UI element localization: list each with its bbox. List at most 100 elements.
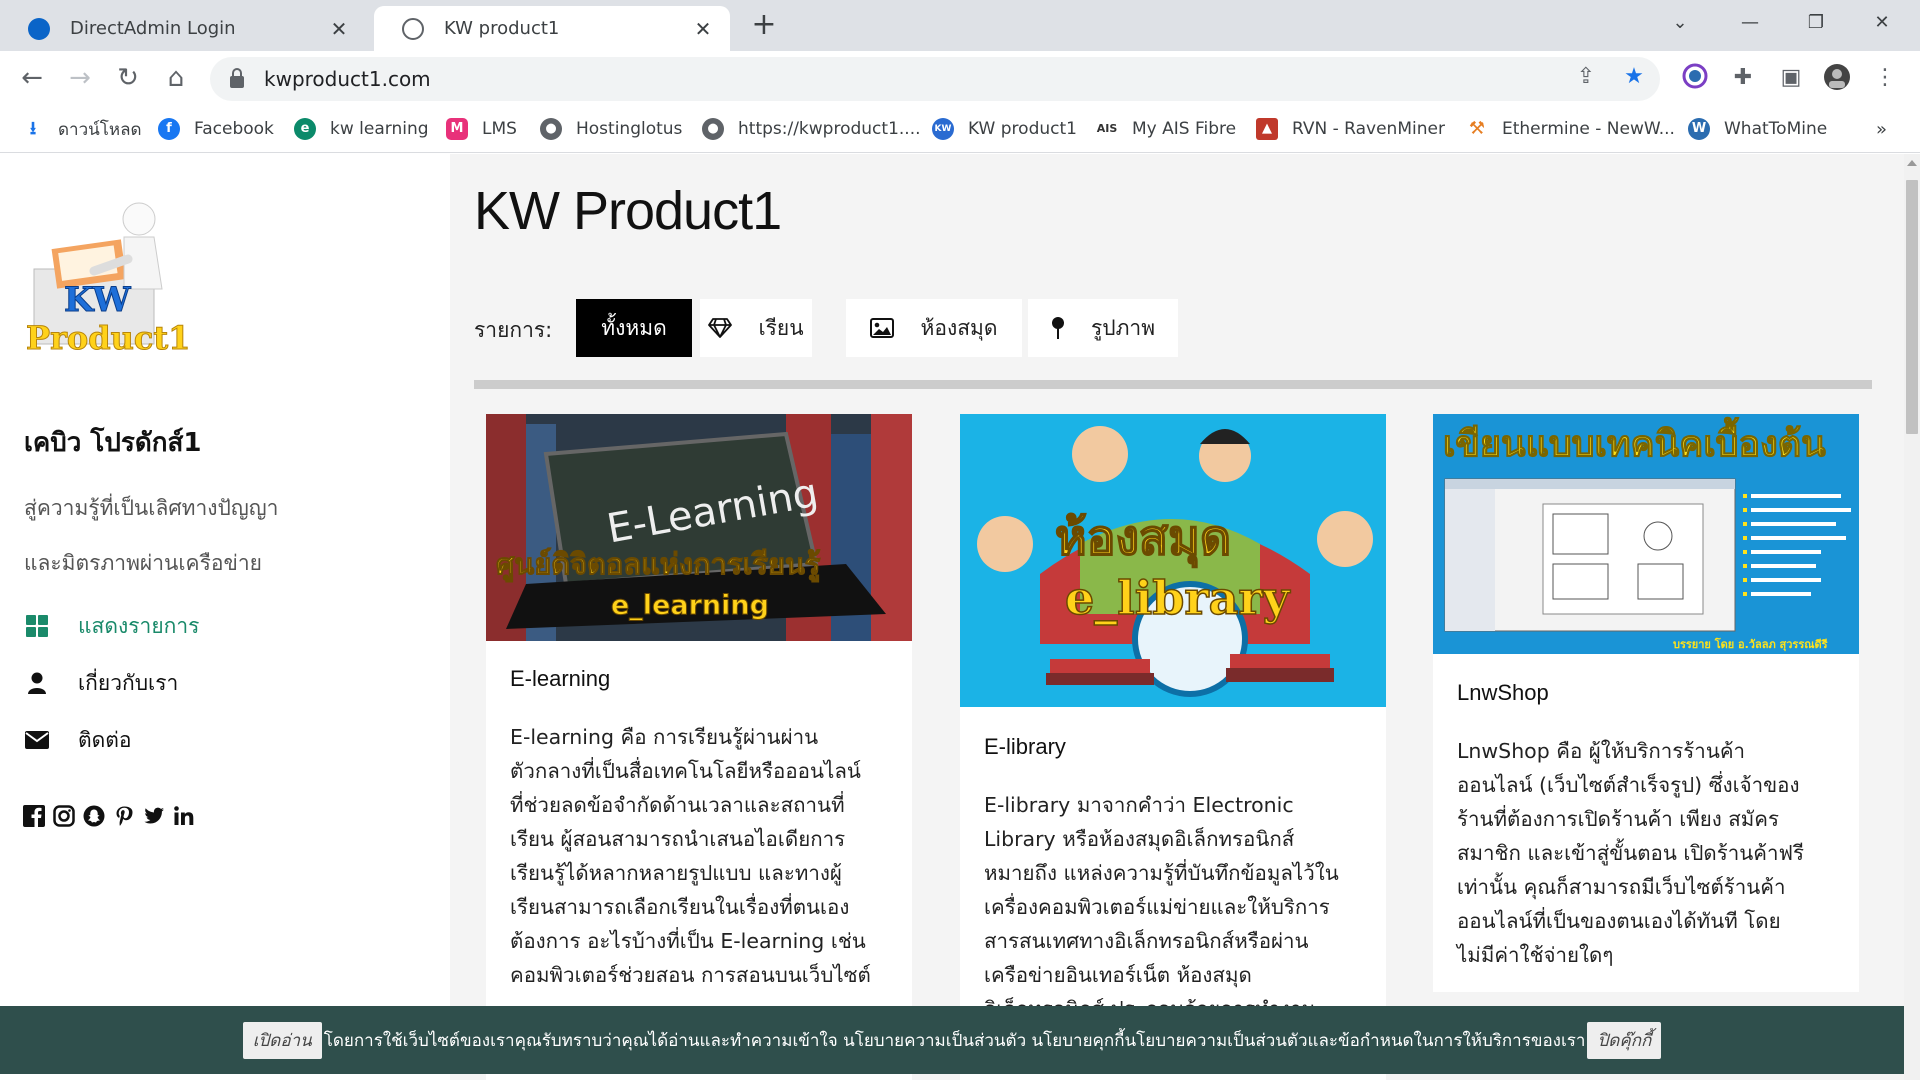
address-bar[interactable]: kwproduct1.com xyxy=(210,57,1660,101)
tab-title: DirectAdmin Login xyxy=(70,18,236,39)
filter-all-button[interactable]: ทั้งหมด xyxy=(576,299,692,357)
nav-item-contact[interactable]: ติดต่อ xyxy=(24,723,132,757)
logo-text-kw: KW xyxy=(64,280,131,320)
globe-favicon-icon xyxy=(402,17,424,40)
card-description-line: ออนไลน์ที่เป็นของตนเองได้ทันที โดย xyxy=(1457,909,1781,933)
social-links xyxy=(22,804,196,828)
bookmark-label: My AIS Fibre xyxy=(1132,119,1237,139)
bookmark-hostinglotus[interactable]: ● Hostinglotus xyxy=(540,114,682,144)
card-description-line: ไม่มีค่าใช้จ่ายใดๆ xyxy=(1457,943,1614,967)
bookmark-whattomine[interactable]: W WhatToMine xyxy=(1688,114,1827,144)
user-icon xyxy=(24,670,50,696)
filter-study-button[interactable]: เรียน xyxy=(700,299,812,357)
extensions-puzzle-icon[interactable]: ✚ xyxy=(1728,63,1758,93)
tab-search-icon[interactable]: ⌄ xyxy=(1650,6,1710,40)
card-description-line: หมายถึง แหล่งความรู้ที่บันทึกข้อมูลไว้ใน xyxy=(984,861,1339,885)
browser-tab-strip: DirectAdmin Login ✕ KW product1 ✕ + ⌄ — … xyxy=(0,0,1920,51)
lock-icon xyxy=(230,68,244,88)
bookmark-facebook[interactable]: f Facebook xyxy=(158,114,274,144)
card-description-line: Library หรือห้องสมุดอิเล็กทรอนิกส์ xyxy=(984,827,1295,851)
card-lnwshop[interactable]: เขียนแบบเทคนิคเบื้องต้น บรรยาย โดย อ.วัล… xyxy=(1433,414,1859,992)
bookmark-kw-product1[interactable]: KW KW product1 xyxy=(932,114,1077,144)
card-e-library[interactable]: ห้องสมุด e_library E-library E-library ม… xyxy=(960,414,1386,1080)
page-scrollbar[interactable] xyxy=(1904,154,1920,1080)
card-image-text: e_library xyxy=(1065,571,1291,625)
twitter-icon[interactable] xyxy=(142,804,166,828)
cookie-close-button[interactable]: ปิดคุ๊กกี้ xyxy=(1587,1021,1662,1059)
card-title[interactable]: E-library xyxy=(984,734,1066,760)
profile-avatar-icon[interactable] xyxy=(1822,63,1852,93)
tab-kw-product1[interactable]: KW product1 ✕ xyxy=(374,6,730,51)
image-icon xyxy=(870,318,895,338)
home-icon[interactable]: ⌂ xyxy=(158,60,194,96)
bookmark-kw-learning[interactable]: e kw learning xyxy=(294,114,429,144)
bookmark-label: RVN - RavenMiner xyxy=(1292,119,1445,139)
facebook-icon[interactable] xyxy=(22,804,46,828)
tab-directadmin[interactable]: DirectAdmin Login ✕ xyxy=(0,6,366,51)
share-icon[interactable]: ⇪ xyxy=(1572,63,1600,91)
menu-kebab-icon[interactable]: ⋮ xyxy=(1870,63,1900,93)
bookmark-lms[interactable]: M LMS xyxy=(446,114,517,144)
bookmark-label: WhatToMine xyxy=(1724,119,1828,139)
card-image-text: ศูนย์ดิจิตอลแห่งการเรียนรู้ xyxy=(496,547,821,582)
url-text: kwproduct1.com xyxy=(264,67,431,91)
filter-label: รายการ: xyxy=(474,318,553,342)
web-page: KW Product1 เคบิว โปรดักส์1 สู่ความรู้ที… xyxy=(0,154,1904,1080)
extension-icon[interactable] xyxy=(1680,63,1710,93)
scrollbar-thumb[interactable] xyxy=(1906,180,1918,434)
site-logo[interactable]: KW Product1 xyxy=(24,199,204,369)
card-e-learning[interactable]: E-Learning ศูนย์ดิจิตอลแห่งการเรียนรู้ e… xyxy=(486,414,912,1080)
snapchat-icon[interactable] xyxy=(82,804,106,828)
card-image-credit: บรรยาย โดย อ.วัลลภ สุวรรณดีรี xyxy=(1673,637,1828,652)
card-description-line: เท่านั้น คุณก็สามารถมีเว็บไซต์ร้านค้า xyxy=(1457,875,1786,899)
card-description-line: สารสนเทศทางอิเล็กทรอนิกส์หรือผ่าน xyxy=(984,929,1309,953)
bookmark-download[interactable]: ⭳ ดาวน์โหลด xyxy=(22,114,142,144)
nav-label: ติดต่อ xyxy=(78,727,132,752)
card-title[interactable]: E-learning xyxy=(510,666,610,692)
linkedin-icon[interactable] xyxy=(172,804,196,828)
pinterest-icon[interactable] xyxy=(112,804,136,828)
filter-pictures-button[interactable]: รูปภาพ xyxy=(1028,299,1178,357)
kw-learning-icon: e xyxy=(294,118,316,140)
bookmark-label: KW product1 xyxy=(968,119,1077,139)
close-tab-icon[interactable]: ✕ xyxy=(326,17,352,41)
bookmarks-bar: ⭳ ดาวน์โหลด f Facebook e kw learning M LMS ●… xyxy=(0,106,1920,153)
forward-icon[interactable]: → xyxy=(62,60,98,96)
bookmark-ravenminer[interactable]: ▲ RVN - RavenMiner xyxy=(1256,114,1445,144)
diamond-icon xyxy=(708,318,733,338)
card-image[interactable]: เขียนแบบเทคนิคเบื้องต้น บรรยาย โดย อ.วัล… xyxy=(1433,414,1859,654)
site-name: เคบิว โปรดักส์1 xyxy=(24,428,202,458)
pin-icon xyxy=(1051,316,1065,340)
download-icon: ⭳ xyxy=(29,118,37,139)
card-description-line: E-library มาจากคำว่า Electronic xyxy=(984,793,1294,817)
bookmarks-overflow-icon[interactable]: » xyxy=(1876,114,1887,144)
bookmark-star-icon[interactable]: ★ xyxy=(1620,63,1648,91)
filter-library-button[interactable]: ห้องสมุด xyxy=(846,299,1022,357)
card-image[interactable]: ห้องสมุด e_library xyxy=(960,414,1386,707)
minimize-button[interactable]: — xyxy=(1720,6,1780,40)
sidebar: KW Product1 เคบิว โปรดักส์1 สู่ความรู้ที… xyxy=(0,154,450,1080)
restore-button[interactable]: ❐ xyxy=(1786,6,1846,40)
scroll-up-arrow-icon[interactable] xyxy=(1907,160,1917,166)
card-title[interactable]: LnwShop xyxy=(1457,680,1549,706)
reload-icon[interactable]: ↻ xyxy=(110,60,146,96)
card-description-line: เรียนสามารถเลือกเรียนในเรื่องที่ตนเอง xyxy=(510,895,850,919)
nav-item-about[interactable]: เกี่ยวกับเรา xyxy=(24,666,178,700)
tab-title: KW product1 xyxy=(444,18,560,39)
instagram-icon[interactable] xyxy=(52,804,76,828)
close-window-button[interactable]: ✕ xyxy=(1852,6,1912,40)
card-image[interactable]: E-Learning ศูนย์ดิจิตอลแห่งการเรียนรู้ e… xyxy=(486,414,912,641)
bookmark-ethermine[interactable]: ⚒ Ethermine - NewW... xyxy=(1466,114,1675,144)
filter-divider xyxy=(474,380,1872,389)
back-icon[interactable]: ← xyxy=(14,60,50,96)
side-panel-icon[interactable]: ▣ xyxy=(1776,63,1806,93)
logo-text-product: Product1 xyxy=(26,319,190,357)
bookmark-kwproduct1-url[interactable]: ● https://kwproduct1.... xyxy=(702,114,921,144)
bookmark-ais[interactable]: AIS My AIS Fibre xyxy=(1096,114,1236,144)
nav-item-show-list[interactable]: แสดงรายการ xyxy=(24,609,199,643)
kw-product-icon: KW xyxy=(932,118,954,140)
new-tab-button[interactable]: + xyxy=(748,8,780,42)
close-tab-icon[interactable]: ✕ xyxy=(690,17,716,41)
main-content: KW Product1 รายการ: ทั้งหมด เรียน ห้องสม… xyxy=(450,154,1904,1080)
cookie-read-button[interactable]: เปิดอ่าน xyxy=(242,1021,322,1059)
